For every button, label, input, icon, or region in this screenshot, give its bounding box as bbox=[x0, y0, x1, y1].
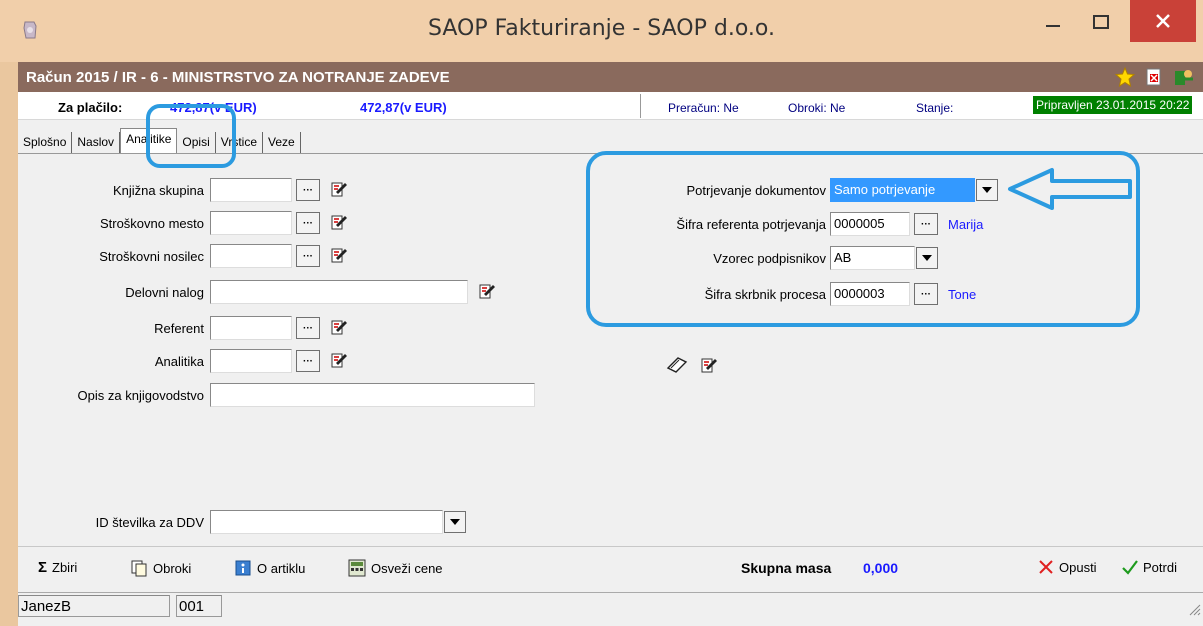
potrdi-button[interactable]: Potrdi bbox=[1122, 559, 1177, 575]
opis-knjigovodstvo-row: Opis za knjigovodstvo bbox=[18, 383, 535, 407]
edit-pencil-icon[interactable] bbox=[330, 351, 348, 372]
star-icon[interactable] bbox=[1115, 67, 1135, 87]
referent-label: Referent bbox=[154, 320, 204, 336]
analitika-field[interactable] bbox=[210, 349, 292, 373]
book-icon[interactable] bbox=[666, 356, 688, 377]
installments-icon bbox=[131, 560, 147, 577]
close-button[interactable] bbox=[1130, 0, 1196, 42]
close-icon bbox=[1156, 14, 1170, 28]
stroskovno-mesto-label: Stroškovno mesto bbox=[99, 215, 204, 231]
opis-knjigovodstvo-field[interactable] bbox=[210, 383, 535, 407]
skupna-masa-value: 0,000 bbox=[863, 560, 899, 576]
obroki-status: Obroki: Ne bbox=[788, 101, 846, 115]
status-bar: JanezB 001 bbox=[18, 592, 1203, 618]
status-code: 001 bbox=[176, 595, 222, 617]
opusti-label: Opusti bbox=[1059, 559, 1097, 575]
delovni-nalog-field[interactable] bbox=[210, 280, 468, 304]
window-title: SAOP Fakturiranje - SAOP d.o.o. bbox=[428, 16, 775, 41]
bottom-toolbar: Σ Zbiri Obroki O artiklu Osveži cene Sku… bbox=[18, 546, 1203, 588]
minimize-icon bbox=[1046, 25, 1060, 27]
o-artiklu-button[interactable]: O artiklu bbox=[234, 559, 305, 577]
right-tools-row bbox=[666, 356, 718, 377]
tab-naslov[interactable]: Naslov bbox=[72, 132, 121, 154]
analitika-browse-button[interactable]: ··· bbox=[296, 350, 320, 372]
id-ddv-label: ID številka za DDV bbox=[95, 514, 204, 530]
opis-knjigovodstvo-label: Opis za knjigovodstvo bbox=[77, 387, 204, 403]
chevron-down-icon bbox=[450, 519, 460, 525]
cancel-x-icon bbox=[1039, 560, 1053, 574]
info-icon bbox=[235, 560, 251, 576]
exit-icon[interactable] bbox=[1173, 67, 1195, 87]
edit-pencil-icon[interactable] bbox=[478, 282, 496, 303]
tab-highlight-callout bbox=[146, 104, 236, 168]
stroskovni-nosilec-label: Stroškovni nosilec bbox=[99, 248, 204, 264]
osvezi-cene-label: Osveži cene bbox=[371, 560, 443, 576]
za-placilo-label: Za plačilo: bbox=[58, 100, 123, 115]
divider bbox=[640, 94, 641, 118]
id-ddv-field[interactable] bbox=[210, 510, 443, 534]
za-placilo-amount-2: 472,87(v EUR) bbox=[360, 100, 447, 115]
title-bar[interactable]: SAOP Fakturiranje - SAOP d.o.o. bbox=[0, 0, 1203, 62]
osvezi-cene-button[interactable]: Osveži cene bbox=[348, 559, 443, 577]
stroskovni-nosilec-row: Stroškovni nosilec ··· bbox=[18, 244, 348, 268]
id-ddv-dropdown-button[interactable] bbox=[444, 511, 466, 533]
edit-pencil-icon[interactable] bbox=[330, 213, 348, 234]
delete-document-icon[interactable] bbox=[1145, 67, 1163, 87]
maximize-icon bbox=[1093, 15, 1109, 29]
potrdi-label: Potrdi bbox=[1143, 559, 1177, 575]
stroskovni-nosilec-field[interactable] bbox=[210, 244, 292, 268]
edit-pencil-icon[interactable] bbox=[330, 318, 348, 339]
knjizna-skupina-browse-button[interactable]: ··· bbox=[296, 179, 320, 201]
stroskovni-nosilec-browse-button[interactable]: ··· bbox=[296, 245, 320, 267]
resize-grip-icon[interactable] bbox=[1187, 602, 1201, 616]
referent-field[interactable] bbox=[210, 316, 292, 340]
delovni-nalog-label: Delovni nalog bbox=[125, 284, 204, 300]
stroskovno-mesto-row: Stroškovno mesto ··· bbox=[18, 211, 348, 235]
obroki-button[interactable]: Obroki bbox=[130, 559, 191, 577]
tab-veze[interactable]: Veze bbox=[263, 132, 301, 154]
skupna-masa-label: Skupna masa bbox=[741, 560, 832, 576]
maximize-button[interactable] bbox=[1078, 0, 1124, 44]
tab-splosno[interactable]: Splošno bbox=[18, 132, 73, 154]
document-header: Račun 2015 / IR - 6 - MINISTRSTVO ZA NOT… bbox=[18, 62, 1203, 92]
analitika-label: Analitika bbox=[154, 353, 204, 369]
preracun-status: Preračun: Ne bbox=[668, 101, 739, 115]
knjizna-skupina-field[interactable] bbox=[210, 178, 292, 202]
sigma-icon: Σ bbox=[38, 559, 48, 576]
stroskovno-mesto-field[interactable] bbox=[210, 211, 292, 235]
stanje-value: Pripravljen 23.01.2015 20:22 bbox=[1033, 96, 1193, 114]
document-title: Račun 2015 / IR - 6 - MINISTRSTVO ZA NOT… bbox=[26, 69, 450, 86]
knjizna-skupina-row: Knjižna skupina ··· bbox=[18, 178, 348, 202]
app-window: SAOP Fakturiranje - SAOP d.o.o. Račun 20… bbox=[0, 0, 1203, 626]
zbiri-label: Zbiri bbox=[52, 560, 78, 575]
id-ddv-row: ID številka za DDV bbox=[18, 510, 466, 534]
referent-row: Referent ··· bbox=[18, 316, 348, 340]
zbiri-button[interactable]: Σ Zbiri bbox=[38, 559, 77, 576]
analitika-row: Analitika ··· bbox=[18, 349, 348, 373]
stroskovno-mesto-browse-button[interactable]: ··· bbox=[296, 212, 320, 234]
delovni-nalog-row: Delovni nalog bbox=[18, 280, 496, 304]
referent-browse-button[interactable]: ··· bbox=[296, 317, 320, 339]
obroki-label: Obroki bbox=[153, 560, 192, 576]
calculator-icon bbox=[348, 559, 366, 577]
arrow-left-icon bbox=[1008, 168, 1132, 210]
opusti-button[interactable]: Opusti bbox=[1038, 559, 1097, 575]
o-artiklu-label: O artiklu bbox=[257, 560, 306, 576]
checkmark-icon bbox=[1122, 560, 1138, 575]
document-window: Račun 2015 / IR - 6 - MINISTRSTVO ZA NOT… bbox=[18, 62, 1203, 626]
stanje-label: Stanje: bbox=[916, 101, 954, 115]
knjizna-skupina-label: Knjižna skupina bbox=[112, 182, 204, 198]
status-user: JanezB bbox=[18, 595, 170, 617]
edit-pencil-icon[interactable] bbox=[330, 180, 348, 201]
edit-pencil-icon[interactable] bbox=[700, 356, 718, 377]
edit-pencil-icon[interactable] bbox=[330, 246, 348, 267]
minimize-button[interactable] bbox=[1030, 0, 1076, 44]
